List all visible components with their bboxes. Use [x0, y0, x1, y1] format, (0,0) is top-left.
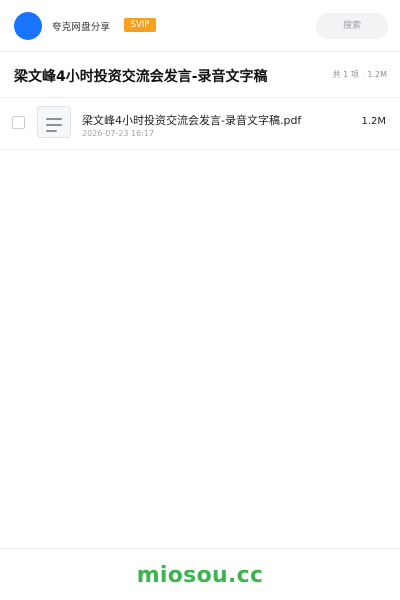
file-size: 1.2M — [361, 116, 386, 127]
site-name[interactable]: 夸克网盘分享 — [52, 19, 110, 33]
footer-brand[interactable]: miosou.cc — [0, 563, 400, 588]
footer: miosou.cc — [0, 548, 400, 600]
page-title: 梁文峰4小时投资交流会发言-录音文字稿 — [14, 69, 268, 85]
share-title-bar: 梁文峰4小时投资交流会发言-录音文字稿 共 1 项 · 1.2M — [0, 52, 400, 98]
meta-separator: · — [361, 70, 365, 79]
file-name[interactable]: 梁文峰4小时投资交流会发言-录音文字稿.pdf — [82, 112, 301, 128]
item-count: 共 1 项 — [332, 70, 359, 79]
total-size: 1.2M — [367, 70, 387, 79]
document-icon-line — [46, 130, 57, 132]
document-icon-line — [46, 118, 62, 120]
search-input[interactable]: 搜索 — [316, 13, 388, 39]
document-icon — [37, 106, 71, 138]
avatar[interactable] — [14, 12, 42, 40]
share-meta: 共 1 项 · 1.2M — [333, 69, 387, 80]
file-list-item[interactable]: 梁文峰4小时投资交流会发言-录音文字稿.pdf 2026-07-23 16:17… — [0, 98, 400, 150]
document-icon-line — [46, 124, 62, 126]
top-header: 夸克网盘分享 SVIP 搜索 — [0, 0, 400, 52]
file-checkbox[interactable] — [12, 116, 25, 129]
file-date: 2026-07-23 16:17 — [82, 129, 155, 138]
svip-badge[interactable]: SVIP — [124, 18, 156, 32]
